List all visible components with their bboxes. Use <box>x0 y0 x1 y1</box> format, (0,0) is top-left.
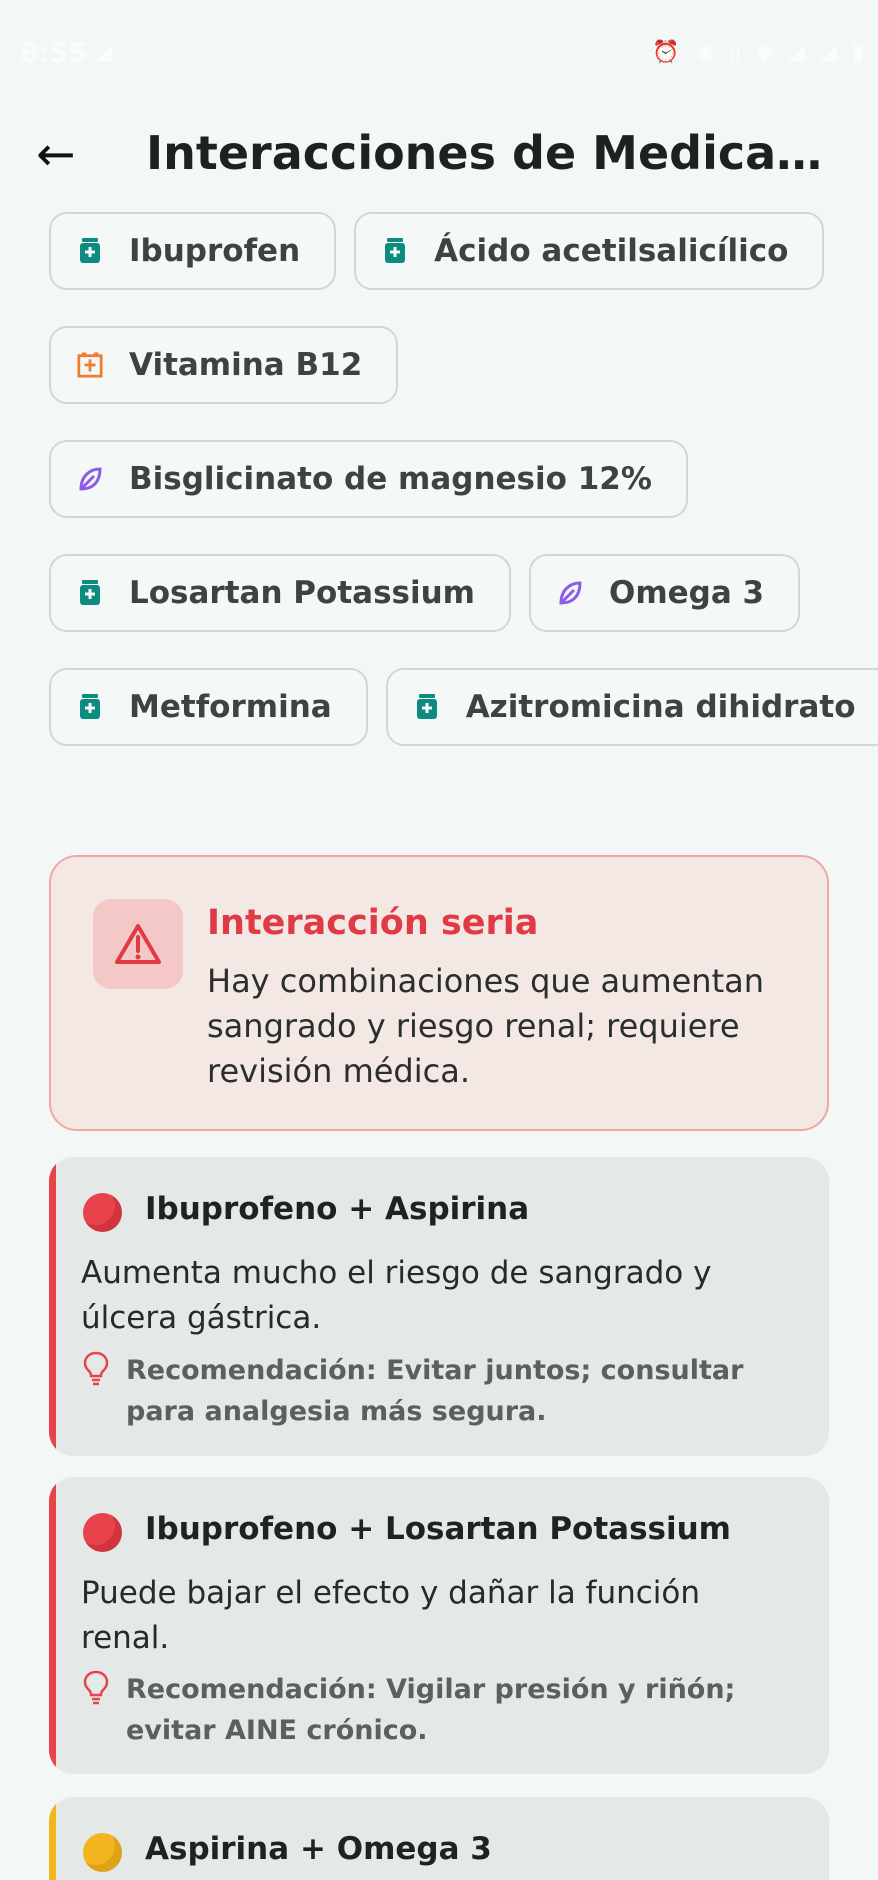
medicine-bottle-icon <box>77 578 103 608</box>
eye-icon: ◉ <box>694 40 715 65</box>
page-title: Interacciones de Medicame… <box>146 126 851 180</box>
interaction-card[interactable]: Ibuprofeno + Losartan Potassium Puede ba… <box>49 1477 829 1774</box>
severity-bar <box>49 1797 56 1880</box>
status-icons: ⏰ ◉ ▯ ◆ ◢ ◢ ▮ <box>652 40 864 65</box>
medication-chip[interactable]: Ácido acetilsalicílico <box>354 212 825 290</box>
interaction-card[interactable]: Aspirina + Omega 3 <box>49 1797 829 1880</box>
leaf-icon <box>77 464 103 494</box>
medication-chip[interactable]: Azitromicina dihidrato <box>385 668 878 746</box>
chip-row: Metformina Azitromicina dihidrato <box>49 668 878 748</box>
recommendation-text: Recomendación: Vigilar presión y riñón; … <box>126 1674 736 1746</box>
battery-icon: ▮ <box>851 40 864 65</box>
yellow-circle-icon <box>83 1833 122 1872</box>
medicine-bottle-icon <box>382 236 408 266</box>
cellular-icon: ◢ <box>819 40 837 65</box>
chip-label: Omega 3 <box>608 575 765 611</box>
severity-bar <box>49 1157 56 1456</box>
chip-label: Metformina <box>129 689 332 725</box>
interaction-card[interactable]: Ibuprofeno + Aspirina Aumenta mucho el r… <box>49 1157 829 1456</box>
arrow-left-icon: ← <box>36 126 76 182</box>
supplement-chip[interactable]: Bisglicinato de magnesio 12% <box>49 440 688 518</box>
interaction-title: Ibuprofeno + Losartan Potassium <box>145 1511 731 1547</box>
app-header: ← Interacciones de Medicame… <box>0 108 878 200</box>
chip-row: Ibuprofen Ácido acetilsalicílico <box>49 212 839 292</box>
warning-triangle-icon <box>93 899 183 989</box>
medication-chip[interactable]: Ibuprofen <box>49 212 337 290</box>
status-time: 8:55 <box>20 38 88 69</box>
signal-icon: ◢ <box>788 40 805 65</box>
back-button[interactable]: ← <box>28 126 84 182</box>
supplement-chip[interactable]: Omega 3 <box>528 554 801 632</box>
serious-interaction-card: Interacción seria Hay combinaciones que … <box>49 855 829 1131</box>
wifi-icon: ◆ <box>756 40 774 65</box>
chip-row: Losartan Potassium Omega 3 <box>49 554 839 634</box>
chip-label: Vitamina B12 <box>129 347 363 383</box>
status-bar: 8:55 ◢ ⏰ ◉ ▯ ◆ ◢ ◢ ▮ <box>0 0 878 108</box>
recommendation: Recomendación: Vigilar presión y riñón; … <box>81 1669 801 1751</box>
chip-label: Ácido acetilsalicílico <box>434 233 789 269</box>
chip-label: Losartan Potassium <box>129 575 475 611</box>
alarm-icon: ⏰ <box>652 40 680 65</box>
chip-label: Azitromicina dihidrato <box>465 689 856 725</box>
medicine-bottle-icon <box>414 692 440 722</box>
interaction-title: Aspirina + Omega 3 <box>145 1831 492 1867</box>
interaction-description: Puede bajar el efecto y dañar la función… <box>81 1575 701 1656</box>
medication-chips: Ibuprofen Ácido acetilsalicílico Vitamin… <box>49 212 878 782</box>
interaction-description: Aumenta mucho el riesgo de sangrado y úl… <box>81 1255 712 1336</box>
medication-chip[interactable]: Metformina <box>49 668 368 746</box>
signal-icon: ◢ <box>95 40 112 65</box>
red-circle-icon <box>83 1513 122 1552</box>
chip-row: Vitamina B12 <box>49 326 839 406</box>
vitamin-icon <box>77 350 103 380</box>
recommendation-text: Recomendación: Evitar juntos; consultar … <box>126 1355 744 1427</box>
chip-label: Bisglicinato de magnesio 12% <box>129 461 652 497</box>
medication-chip[interactable]: Losartan Potassium <box>49 554 511 632</box>
interaction-title: Ibuprofeno + Aspirina <box>145 1191 530 1227</box>
vitamin-chip[interactable]: Vitamina B12 <box>49 326 399 404</box>
vibrate-icon: ▯ <box>729 40 742 65</box>
severity-bar <box>49 1477 56 1774</box>
lightbulb-icon <box>83 1670 109 1705</box>
red-circle-icon <box>83 1193 122 1232</box>
medicine-bottle-icon <box>77 692 103 722</box>
chip-label: Ibuprofen <box>129 233 301 269</box>
lightbulb-icon <box>83 1351 109 1386</box>
chip-row: Bisglicinato de magnesio 12% <box>49 440 839 520</box>
warning-text: Hay combinaciones que aumentan sangrado … <box>207 962 765 1090</box>
leaf-icon <box>557 578 583 608</box>
warning-title: Interacción seria <box>207 903 539 943</box>
medicine-bottle-icon <box>77 236 103 266</box>
recommendation: Recomendación: Evitar juntos; consultar … <box>81 1350 801 1432</box>
